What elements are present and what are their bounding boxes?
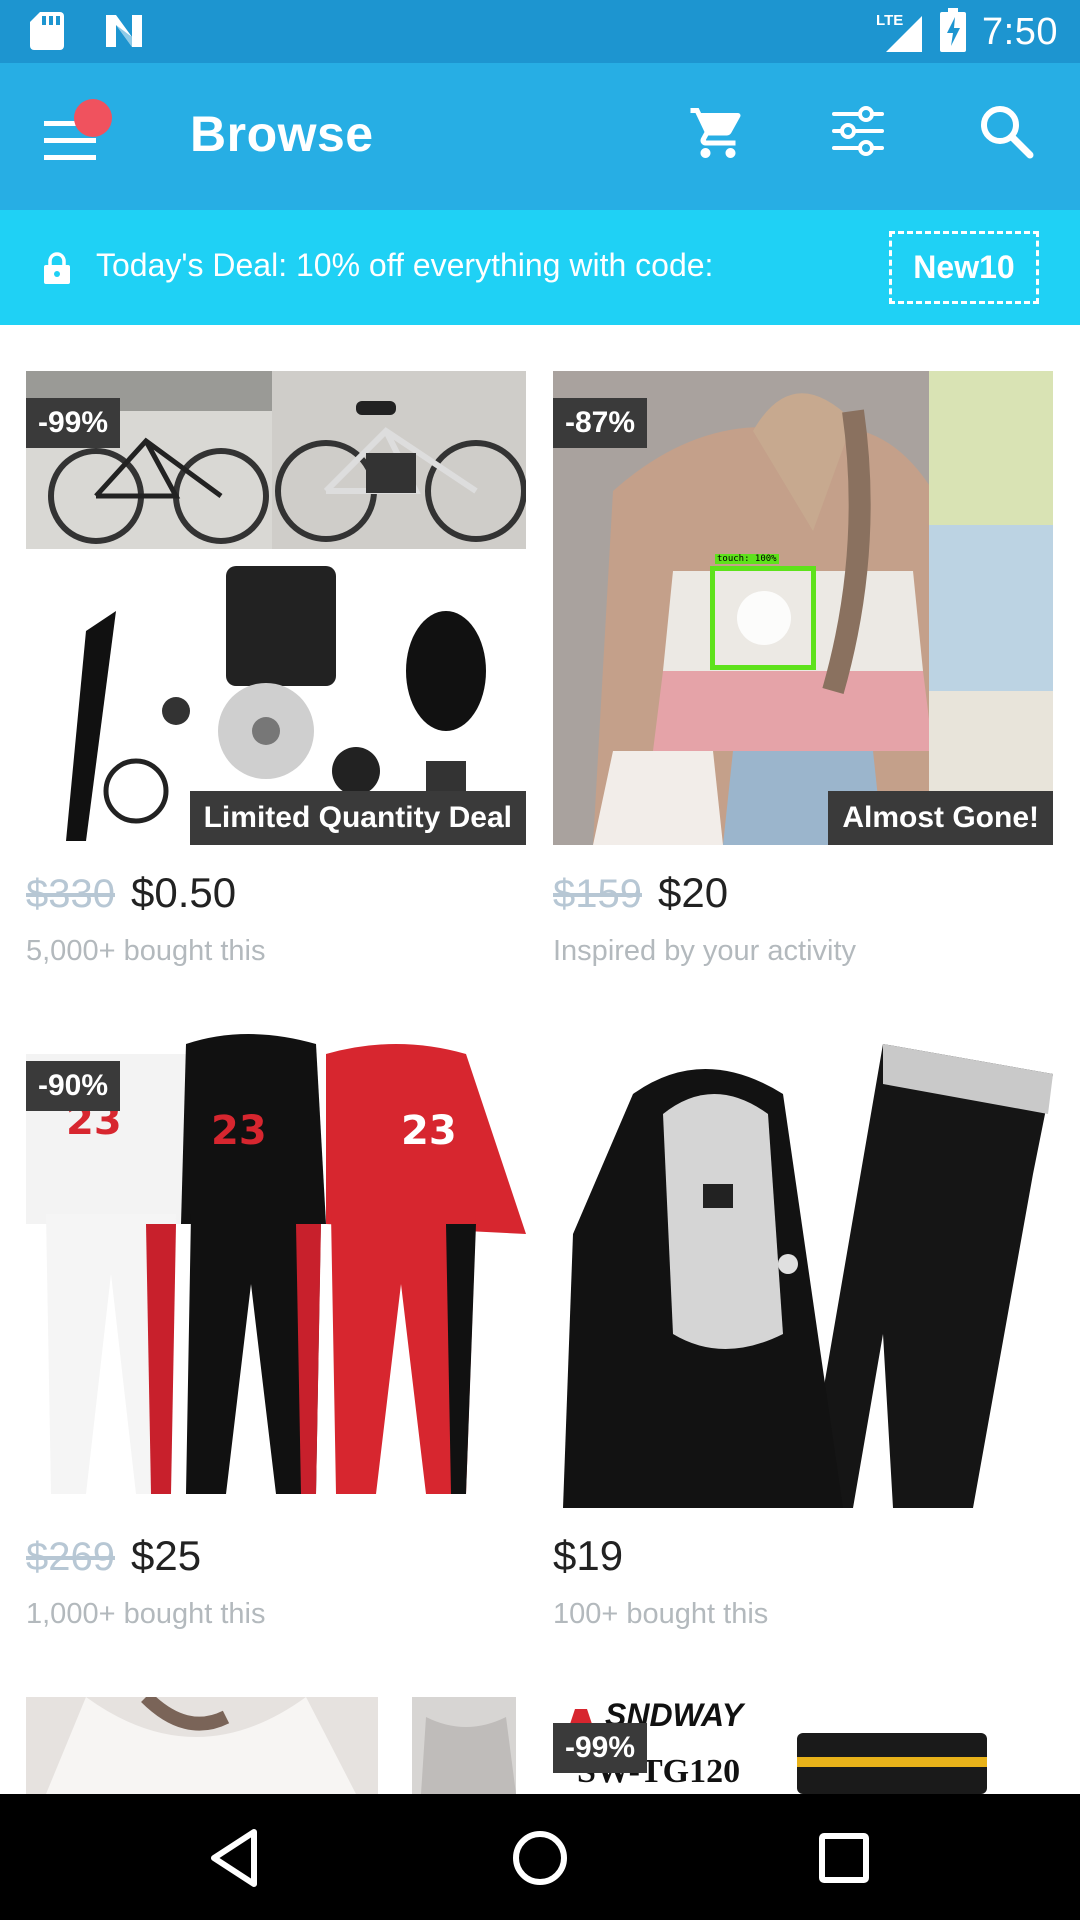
product-card[interactable]: -99% Limited Quantity Deal $330 $0.50 5,… (26, 371, 526, 968)
product-subtitle: 5,000+ bought this (26, 935, 266, 967)
product-subtitle: 1,000+ bought this (26, 1598, 266, 1630)
recents-square-icon (819, 1833, 869, 1883)
deal-text: Today's Deal: 10% off everything with co… (96, 247, 714, 283)
original-price: $159 (553, 872, 642, 916)
product-image[interactable] (553, 1034, 1053, 1508)
discount-badge: -87% (553, 398, 648, 448)
sale-price: $19 (553, 1532, 624, 1579)
n-logo-icon (104, 13, 144, 54)
menu-button[interactable] (44, 99, 112, 163)
search-icon (981, 106, 1034, 159)
lock-icon (44, 252, 70, 289)
promo-code[interactable]: New10 (889, 231, 1039, 304)
deal-banner[interactable]: Today's Deal: 10% off everything with co… (0, 210, 1080, 325)
svg-text:23: 23 (211, 1108, 267, 1154)
urgency-tag: Limited Quantity Deal (189, 791, 526, 845)
discount-badge: -99% (26, 398, 121, 448)
page-title: Browse (190, 106, 374, 162)
svg-text:23: 23 (401, 1108, 457, 1154)
urgency-tag: Almost Gone! (828, 791, 1053, 845)
product-image[interactable]: SNDWAY SW-TG120 -99% (553, 1697, 1053, 1794)
back-triangle-icon (211, 1829, 257, 1887)
recents-button[interactable] (808, 1822, 880, 1894)
home-circle-icon (513, 1831, 567, 1885)
sale-price: $20 (657, 869, 729, 916)
product-image[interactable]: 23 23 23 -90% (26, 1034, 526, 1508)
network-label: LTE (876, 11, 904, 29)
status-bar: LTE 7:50 (0, 0, 1080, 63)
clock: 7:50 (982, 11, 1058, 53)
home-button[interactable] (504, 1822, 576, 1894)
touch-point (737, 591, 791, 645)
notification-dot (74, 99, 112, 137)
battery-charging-icon (940, 8, 967, 57)
cart-icon (690, 108, 741, 158)
price-row: $19 (553, 1532, 1053, 1580)
price-row: $159 $20 (553, 869, 1053, 917)
sliders-icon (832, 106, 884, 156)
touch-indicator: touch: 100% (710, 554, 816, 670)
price-row: $330 $0.50 (26, 869, 526, 917)
product-card[interactable] (26, 1697, 526, 1794)
app-bar: Browse (0, 63, 1080, 210)
signal-lte-icon: LTE (876, 11, 924, 54)
search-button[interactable] (978, 103, 1046, 171)
discount-badge: -99% (553, 1723, 648, 1773)
discount-badge: -90% (26, 1061, 121, 1111)
navigation-bar (0, 1794, 1080, 1920)
product-image[interactable]: -99% Limited Quantity Deal (26, 371, 526, 845)
filter-button[interactable] (830, 103, 898, 171)
sale-price: $25 (130, 1532, 202, 1579)
product-subtitle: 100+ bought this (553, 1598, 769, 1630)
sd-card-icon (30, 12, 64, 55)
sale-price: $0.50 (130, 869, 237, 916)
product-subtitle: Inspired by your activity (553, 935, 857, 967)
back-button[interactable] (200, 1822, 272, 1894)
product-card[interactable]: 23 23 23 -90% $269 $25 1,000+ bought thi… (26, 1034, 526, 1631)
touch-label: touch: 100% (715, 554, 779, 564)
cart-button[interactable] (688, 103, 756, 171)
product-image[interactable] (26, 1697, 526, 1794)
price-row: $269 $25 (26, 1532, 526, 1580)
original-price: $269 (26, 1535, 115, 1579)
product-card[interactable]: $19 100+ bought this (553, 1034, 1053, 1631)
original-price: $330 (26, 872, 115, 916)
product-card[interactable]: SNDWAY SW-TG120 -99% (553, 1697, 1053, 1794)
